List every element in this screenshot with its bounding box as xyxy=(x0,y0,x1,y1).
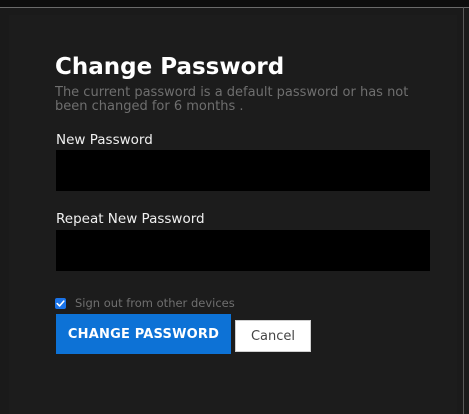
repeat-password-label: Repeat New Password xyxy=(56,211,205,227)
dialog-title: Change Password xyxy=(55,54,285,80)
signout-checkbox[interactable] xyxy=(55,297,66,309)
signout-label: Sign out from other devices xyxy=(75,296,235,310)
new-password-field[interactable] xyxy=(56,150,430,191)
new-password-label: New Password xyxy=(56,132,153,148)
checkmark-icon xyxy=(56,299,65,307)
cancel-button[interactable]: Cancel xyxy=(235,320,311,352)
change-password-button[interactable]: CHANGE PASSWORD xyxy=(56,314,231,354)
top-bar xyxy=(0,0,469,8)
signout-option[interactable]: Sign out from other devices xyxy=(55,296,235,310)
app-window: Change Password The current password is … xyxy=(0,0,469,414)
repeat-password-field[interactable] xyxy=(56,230,430,271)
window-edge xyxy=(463,7,464,414)
dialog-subtitle: The current password is a default passwo… xyxy=(55,85,409,114)
